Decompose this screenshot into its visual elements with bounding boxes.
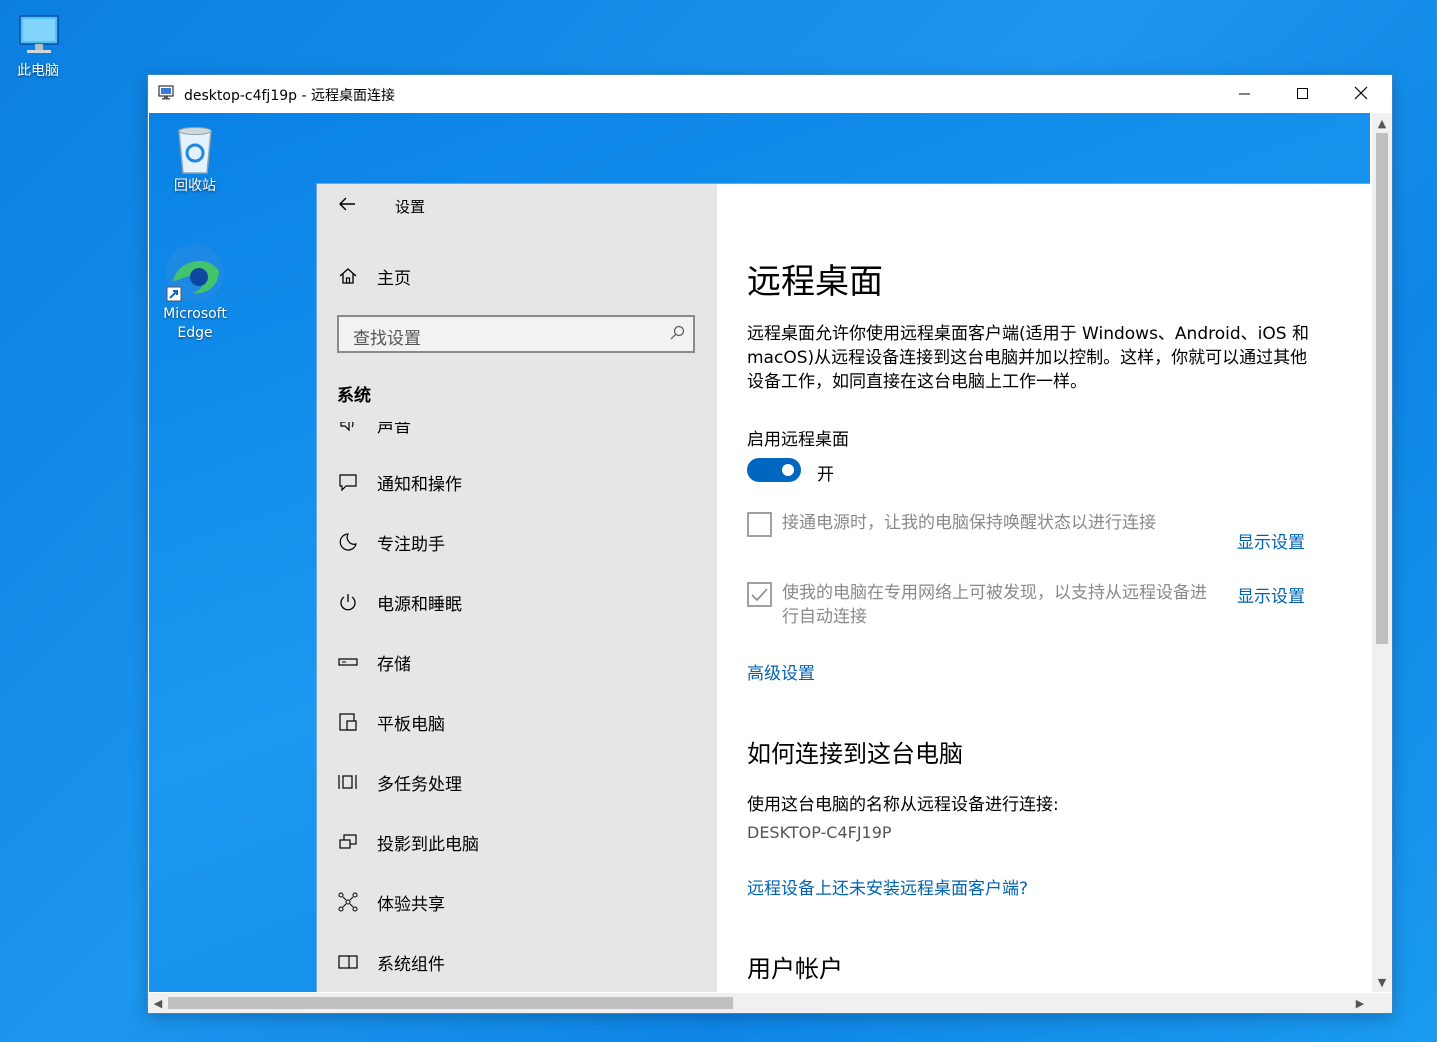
sidebar-item-label: 存储 [377, 654, 411, 675]
keep-awake-label: 接通电源时，让我的电脑保持唤醒状态以进行连接 [782, 513, 1156, 533]
components-icon [337, 951, 359, 973]
scroll-right-arrow-icon[interactable]: ▶ [1350, 993, 1370, 1013]
sidebar-item-project[interactable]: 投影到此电脑 [337, 830, 479, 855]
edge-label-line1: Microsoft [163, 306, 227, 322]
sidebar-item-label: 声音 [377, 422, 411, 437]
remote-desktop-window: desktop-c4fj19p - 远程桌面连接 回收站 Microsoft E… [148, 75, 1392, 1013]
home-label: 主页 [377, 268, 411, 289]
close-button[interactable] [1332, 75, 1390, 113]
this-pc-desktop-icon[interactable]: 此电脑 [0, 10, 78, 81]
edge-icon [163, 241, 227, 305]
scroll-up-arrow-icon[interactable]: ▲ [1372, 113, 1392, 133]
computer-icon [12, 10, 64, 62]
page-description: 远程桌面允许你使用远程桌面客户端(适用于 Windows、Android、iOS… [747, 324, 1309, 392]
sidebar-item-label: 电源和睡眠 [377, 594, 462, 615]
recycle-bin-icon [169, 123, 221, 177]
how-to-connect-text: 使用这台电脑的名称从远程设备进行连接: [747, 795, 1059, 815]
sidebar-item-label: 通知和操作 [377, 474, 462, 495]
page-title: 远程桌面 [747, 262, 883, 302]
sidebar-nav-list: 声音 通知和操作 专注助手 电源和睡眠 存储 平板电脑 多任务处理 投影到此电脑… [317, 422, 717, 992]
minimize-button[interactable] [1216, 75, 1274, 113]
sidebar-item-shared-experiences[interactable]: 体验共享 [337, 890, 445, 915]
vertical-scroll-thumb[interactable] [1376, 133, 1388, 644]
recycle-bin-desktop-icon[interactable]: 回收站 [155, 123, 235, 196]
sidebar-item-focus-assist[interactable]: 专注助手 [337, 530, 445, 555]
enable-remote-desktop-label: 启用远程桌面 [747, 430, 849, 450]
horizontal-scroll-thumb[interactable] [168, 997, 733, 1009]
maximize-button[interactable] [1274, 75, 1332, 113]
scroll-down-arrow-icon[interactable]: ▼ [1372, 972, 1392, 992]
settings-window: 设置 主页 查找设置 系统 声音 通知和操作 专注助手 电源和睡眠 存储 平板电… [317, 184, 1370, 992]
project-icon [337, 831, 359, 853]
recycle-bin-label: 回收站 [174, 178, 216, 194]
edge-desktop-icon[interactable]: Microsoft Edge [155, 241, 235, 343]
advanced-settings-link[interactable]: 高级设置 [747, 659, 815, 684]
settings-search-input[interactable]: 查找设置 [337, 315, 695, 353]
storage-icon [337, 651, 359, 673]
settings-sidebar: 设置 主页 查找设置 系统 声音 通知和操作 专注助手 电源和睡眠 存储 平板电… [317, 184, 717, 992]
toggle-state-label: 开 [817, 465, 834, 485]
remote-desktop-area[interactable]: 回收站 Microsoft Edge 设置 主页 查找设置 系统 声音 通知和操… [149, 113, 1370, 992]
back-arrow-icon [339, 197, 355, 211]
checkmark-icon [751, 588, 768, 602]
share-icon [337, 891, 359, 913]
title-bar[interactable]: desktop-c4fj19p - 远程桌面连接 [148, 75, 1392, 113]
sidebar-item-label: 系统组件 [377, 954, 445, 975]
toggle-knob [782, 464, 794, 476]
section-title: 系统 [337, 386, 371, 406]
settings-header-title: 设置 [395, 198, 426, 216]
show-settings-link-2[interactable]: 显示设置 [1237, 582, 1305, 607]
user-accounts-heading: 用户帐户 [747, 955, 843, 983]
how-to-connect-heading: 如何连接到这台电脑 [747, 740, 963, 768]
home-icon [337, 265, 359, 287]
sidebar-item-label: 平板电脑 [377, 714, 445, 735]
discoverable-checkbox[interactable] [747, 582, 772, 607]
enable-remote-desktop-toggle[interactable] [747, 458, 801, 482]
vertical-scrollbar[interactable]: ▲ ▼ [1372, 113, 1392, 992]
scroll-left-arrow-icon[interactable]: ◀ [148, 993, 168, 1013]
power-icon [337, 591, 359, 613]
moon-icon [337, 531, 359, 553]
this-pc-label: 此电脑 [17, 63, 59, 79]
discoverable-label: 使我的电脑在专用网络上可被发现，以支持从远程设备进 行自动连接 [782, 581, 1232, 629]
close-icon [1354, 85, 1368, 104]
keep-awake-checkbox[interactable] [747, 512, 772, 537]
search-placeholder: 查找设置 [353, 329, 421, 349]
sidebar-item-sound[interactable]: 声音 [337, 422, 411, 437]
remote-desktop-app-icon [158, 85, 176, 101]
minimize-icon [1239, 85, 1251, 104]
multitask-icon [337, 771, 359, 793]
discoverable-label-line1: 使我的电脑在专用网络上可被发现，以支持从远程设备进 [782, 583, 1207, 603]
speaker-icon [337, 422, 359, 435]
notification-icon [337, 471, 359, 493]
window-title: desktop-c4fj19p - 远程桌面连接 [184, 88, 395, 104]
sidebar-item-system-components[interactable]: 系统组件 [337, 950, 445, 975]
sidebar-item-tablet[interactable]: 平板电脑 [337, 710, 445, 735]
tablet-icon [337, 711, 359, 733]
edge-label-line2: Edge [177, 325, 213, 341]
sidebar-item-label: 专注助手 [377, 534, 445, 555]
sidebar-item-label: 体验共享 [377, 894, 445, 915]
show-settings-link-1[interactable]: 显示设置 [1237, 528, 1305, 553]
sidebar-item-storage[interactable]: 存储 [337, 650, 411, 675]
settings-content: 远程桌面 远程桌面允许你使用远程桌面客户端(适用于 Windows、Androi… [717, 184, 1370, 992]
maximize-icon [1297, 85, 1309, 104]
horizontal-scrollbar[interactable]: ◀ ▶ [148, 993, 1392, 1013]
back-button[interactable] [337, 194, 359, 216]
sidebar-item-multitasking[interactable]: 多任务处理 [337, 770, 462, 795]
client-not-installed-link[interactable]: 远程设备上还未安装远程桌面客户端? [747, 874, 1028, 899]
sidebar-item-home[interactable]: 主页 [337, 264, 411, 289]
search-icon [669, 325, 685, 345]
pc-name-value: DESKTOP-C4FJ19P [747, 823, 892, 842]
sidebar-item-notifications[interactable]: 通知和操作 [337, 470, 462, 495]
sidebar-item-power-sleep[interactable]: 电源和睡眠 [337, 590, 462, 615]
sidebar-item-label: 投影到此电脑 [377, 834, 479, 855]
discoverable-label-line2: 行自动连接 [782, 607, 867, 627]
sidebar-item-label: 多任务处理 [377, 774, 462, 795]
